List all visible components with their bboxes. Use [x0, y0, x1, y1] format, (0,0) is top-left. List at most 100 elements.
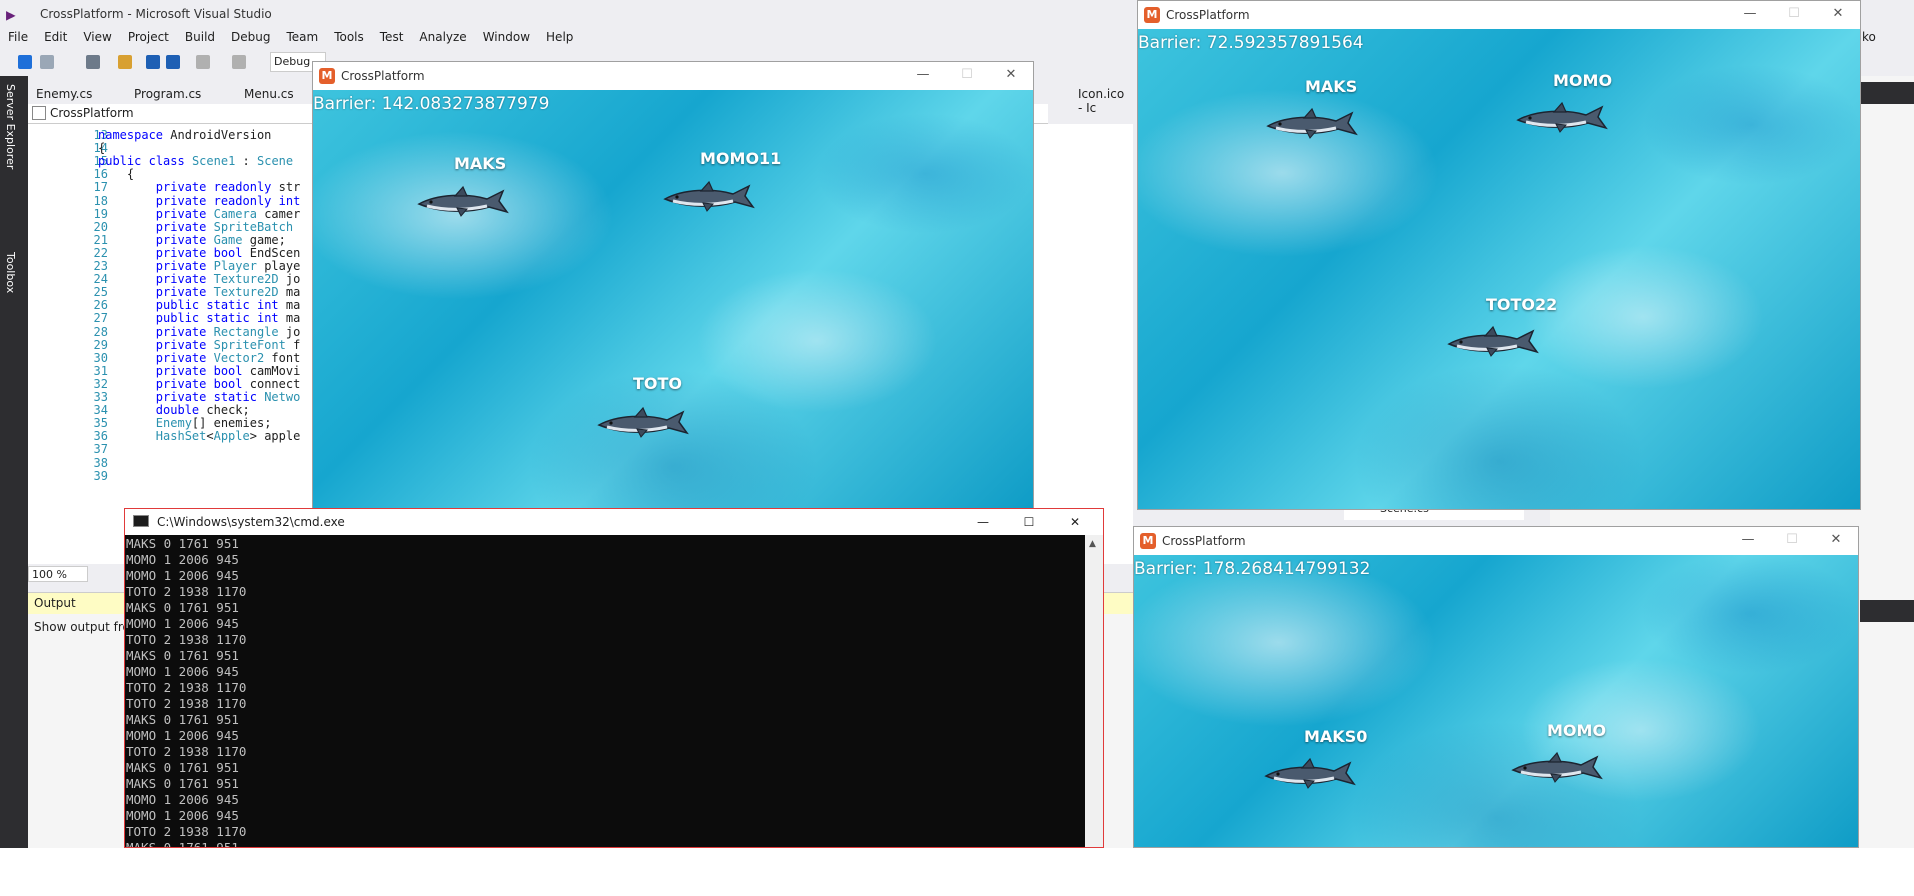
save-all-icon[interactable] — [166, 55, 180, 69]
close-icon[interactable]: ✕ — [1818, 3, 1858, 25]
minimize-icon[interactable]: — — [1730, 3, 1770, 25]
menu-edit[interactable]: Edit — [36, 28, 75, 46]
tab-icon-ico[interactable]: Icon.ico - Ic — [1074, 84, 1128, 115]
game-window-title-bar: M CrossPlatform — ☐ ✕ — [313, 62, 1033, 90]
tab-program-cs[interactable]: Program.cs — [130, 84, 205, 104]
menu-analyze[interactable]: Analyze — [411, 28, 474, 46]
player-label: MOMO11 — [700, 149, 782, 168]
shark-sprite — [1264, 757, 1356, 791]
menu-build[interactable]: Build — [177, 28, 223, 46]
minimize-icon[interactable]: — — [963, 511, 1003, 533]
open-file-icon[interactable] — [118, 55, 132, 69]
close-icon[interactable]: ✕ — [991, 64, 1031, 86]
game-viewport[interactable]: Barrier: 178.268414799132 MAKS0 MOMO — [1134, 555, 1858, 847]
player-label: MOMO — [1553, 71, 1613, 90]
code-line: private bool camMovi — [155, 363, 301, 378]
back-icon[interactable] — [18, 55, 32, 69]
game-window-3[interactable]: M CrossPlatform — ☐ ✕ Barrier: 178.26841… — [1133, 526, 1859, 848]
maximize-icon[interactable]: ☐ — [947, 64, 987, 86]
monogame-app-icon: M — [1144, 7, 1160, 23]
cmd-line: TOTO 2 1938 1170 — [126, 680, 247, 695]
code-line: public static int ma — [155, 311, 301, 326]
panel-pin-strip — [1860, 600, 1914, 622]
new-item-icon[interactable] — [86, 55, 100, 69]
shark-sprite — [663, 180, 755, 214]
cmd-line: TOTO 2 1938 1170 — [126, 744, 247, 759]
user-account[interactable]: ko — [1862, 30, 1876, 44]
code-line: Enemy[] enemies; — [155, 416, 272, 431]
shark-sprite — [417, 185, 509, 219]
menu-file[interactable]: File — [0, 28, 36, 46]
close-icon[interactable]: ✕ — [1055, 511, 1095, 533]
forward-icon[interactable] — [40, 55, 54, 69]
code-line: namespace AndroidVersion — [98, 128, 272, 142]
line-number: 39 — [93, 468, 108, 483]
cmd-line: MAKS 0 1761 951 — [126, 776, 239, 791]
barrier-text: Barrier: 142.083273877979 — [313, 94, 550, 114]
minimize-icon[interactable]: — — [1728, 529, 1768, 551]
game-window-title: CrossPlatform — [1166, 8, 1250, 22]
game-window-title-bar: M CrossPlatform — ☐ ✕ — [1134, 527, 1858, 555]
nav-project-name[interactable]: CrossPlatform — [50, 106, 134, 120]
redo-icon[interactable] — [232, 55, 246, 69]
shark-sprite — [1447, 325, 1539, 359]
maximize-icon[interactable]: ☐ — [1009, 511, 1049, 533]
tab-enemy-cs[interactable]: Enemy.cs — [32, 84, 96, 104]
maximize-icon[interactable]: ☐ — [1772, 529, 1812, 551]
game-window-1[interactable]: M CrossPlatform — ☐ ✕ Barrier: 142.08327… — [312, 61, 1034, 509]
player-label: TOTO — [633, 374, 683, 393]
game-viewport[interactable]: Barrier: 72.592357891564 MAKS MOMO TOTO2… — [1138, 29, 1860, 509]
vs-left-sidebar: Server Explorer Toolbox — [0, 76, 28, 848]
cmd-line: MOMO 1 2006 945 — [126, 808, 239, 823]
line-number: 38 — [93, 455, 108, 470]
barrier-text: Barrier: 72.592357891564 — [1138, 33, 1364, 53]
shark-sprite — [597, 406, 689, 440]
menu-team[interactable]: Team — [278, 28, 326, 46]
cmd-output[interactable]: MAKS 0 1761 951 MOMO 1 2006 945 MOMO 1 200… — [125, 535, 1085, 847]
cmd-line: MOMO 1 2006 945 — [126, 664, 239, 679]
menu-project[interactable]: Project — [120, 28, 177, 46]
scroll-up-icon[interactable]: ▲ — [1089, 539, 1096, 549]
game-window-2[interactable]: M CrossPlatform — ☐ ✕ Barrier: 72.592357… — [1137, 0, 1861, 510]
cmd-line: TOTO 2 1938 1170 — [126, 584, 247, 599]
menu-help[interactable]: Help — [538, 28, 581, 46]
player-label: MAKS — [454, 154, 507, 173]
menu-debug[interactable]: Debug — [223, 28, 278, 46]
cmd-line: MAKS 0 1761 951 — [126, 760, 239, 775]
minimize-icon[interactable]: — — [903, 64, 943, 86]
cmd-line: MAKS 0 1761 951 — [126, 536, 239, 551]
cmd-line: MOMO 1 2006 945 — [126, 568, 239, 583]
game-window-title-bar: M CrossPlatform — ☐ ✕ — [1138, 1, 1860, 29]
save-icon[interactable] — [146, 55, 160, 69]
code-line: { — [98, 141, 106, 156]
vs-logo-icon: ▶ — [6, 5, 16, 24]
zoom-level-select[interactable]: 100 % — [28, 566, 88, 582]
server-explorer-tab[interactable]: Server Explorer — [4, 84, 17, 169]
game-viewport[interactable]: Barrier: 142.083273877979 MAKS MOMO11 TO… — [313, 90, 1033, 508]
cmd-line: TOTO 2 1938 1170 — [126, 824, 247, 839]
cmd-title-bar: C:\Windows\system32\cmd.exe — ☐ ✕ — [125, 509, 1103, 535]
menu-view[interactable]: View — [75, 28, 119, 46]
show-output-from-label: Show output fro — [34, 620, 130, 634]
cmd-window[interactable]: C:\Windows\system32\cmd.exe — ☐ ✕ MAKS 0… — [124, 508, 1104, 848]
cmd-line: MAKS 0 1761 951 — [126, 600, 239, 615]
code-line: HashSet<Apple> apple — [155, 429, 301, 444]
menu-window[interactable]: Window — [475, 28, 538, 46]
player-label: MOMO — [1547, 721, 1607, 740]
player-label: MAKS — [1305, 77, 1358, 96]
code-line: private SpriteBatch — [155, 219, 294, 234]
close-icon[interactable]: ✕ — [1816, 529, 1856, 551]
undo-icon[interactable] — [196, 55, 210, 69]
shark-sprite — [1511, 751, 1603, 785]
maximize-icon[interactable]: ☐ — [1774, 3, 1814, 25]
cmd-line: TOTO 2 1938 1170 — [126, 696, 247, 711]
vs-menu-bar: File Edit View Project Build Debug Team Tools Te… — [0, 28, 1140, 48]
code-line: private bool EndScen — [155, 245, 301, 260]
monogame-app-icon: M — [1140, 533, 1156, 549]
code-line: private SpriteFont f — [155, 337, 301, 352]
cmd-scrollbar[interactable]: ▲ — [1085, 535, 1103, 847]
menu-test[interactable]: Test — [372, 28, 412, 46]
toolbox-tab[interactable]: Toolbox — [4, 252, 17, 293]
tab-menu-cs[interactable]: Menu.cs — [240, 84, 298, 104]
menu-tools[interactable]: Tools — [326, 28, 372, 46]
